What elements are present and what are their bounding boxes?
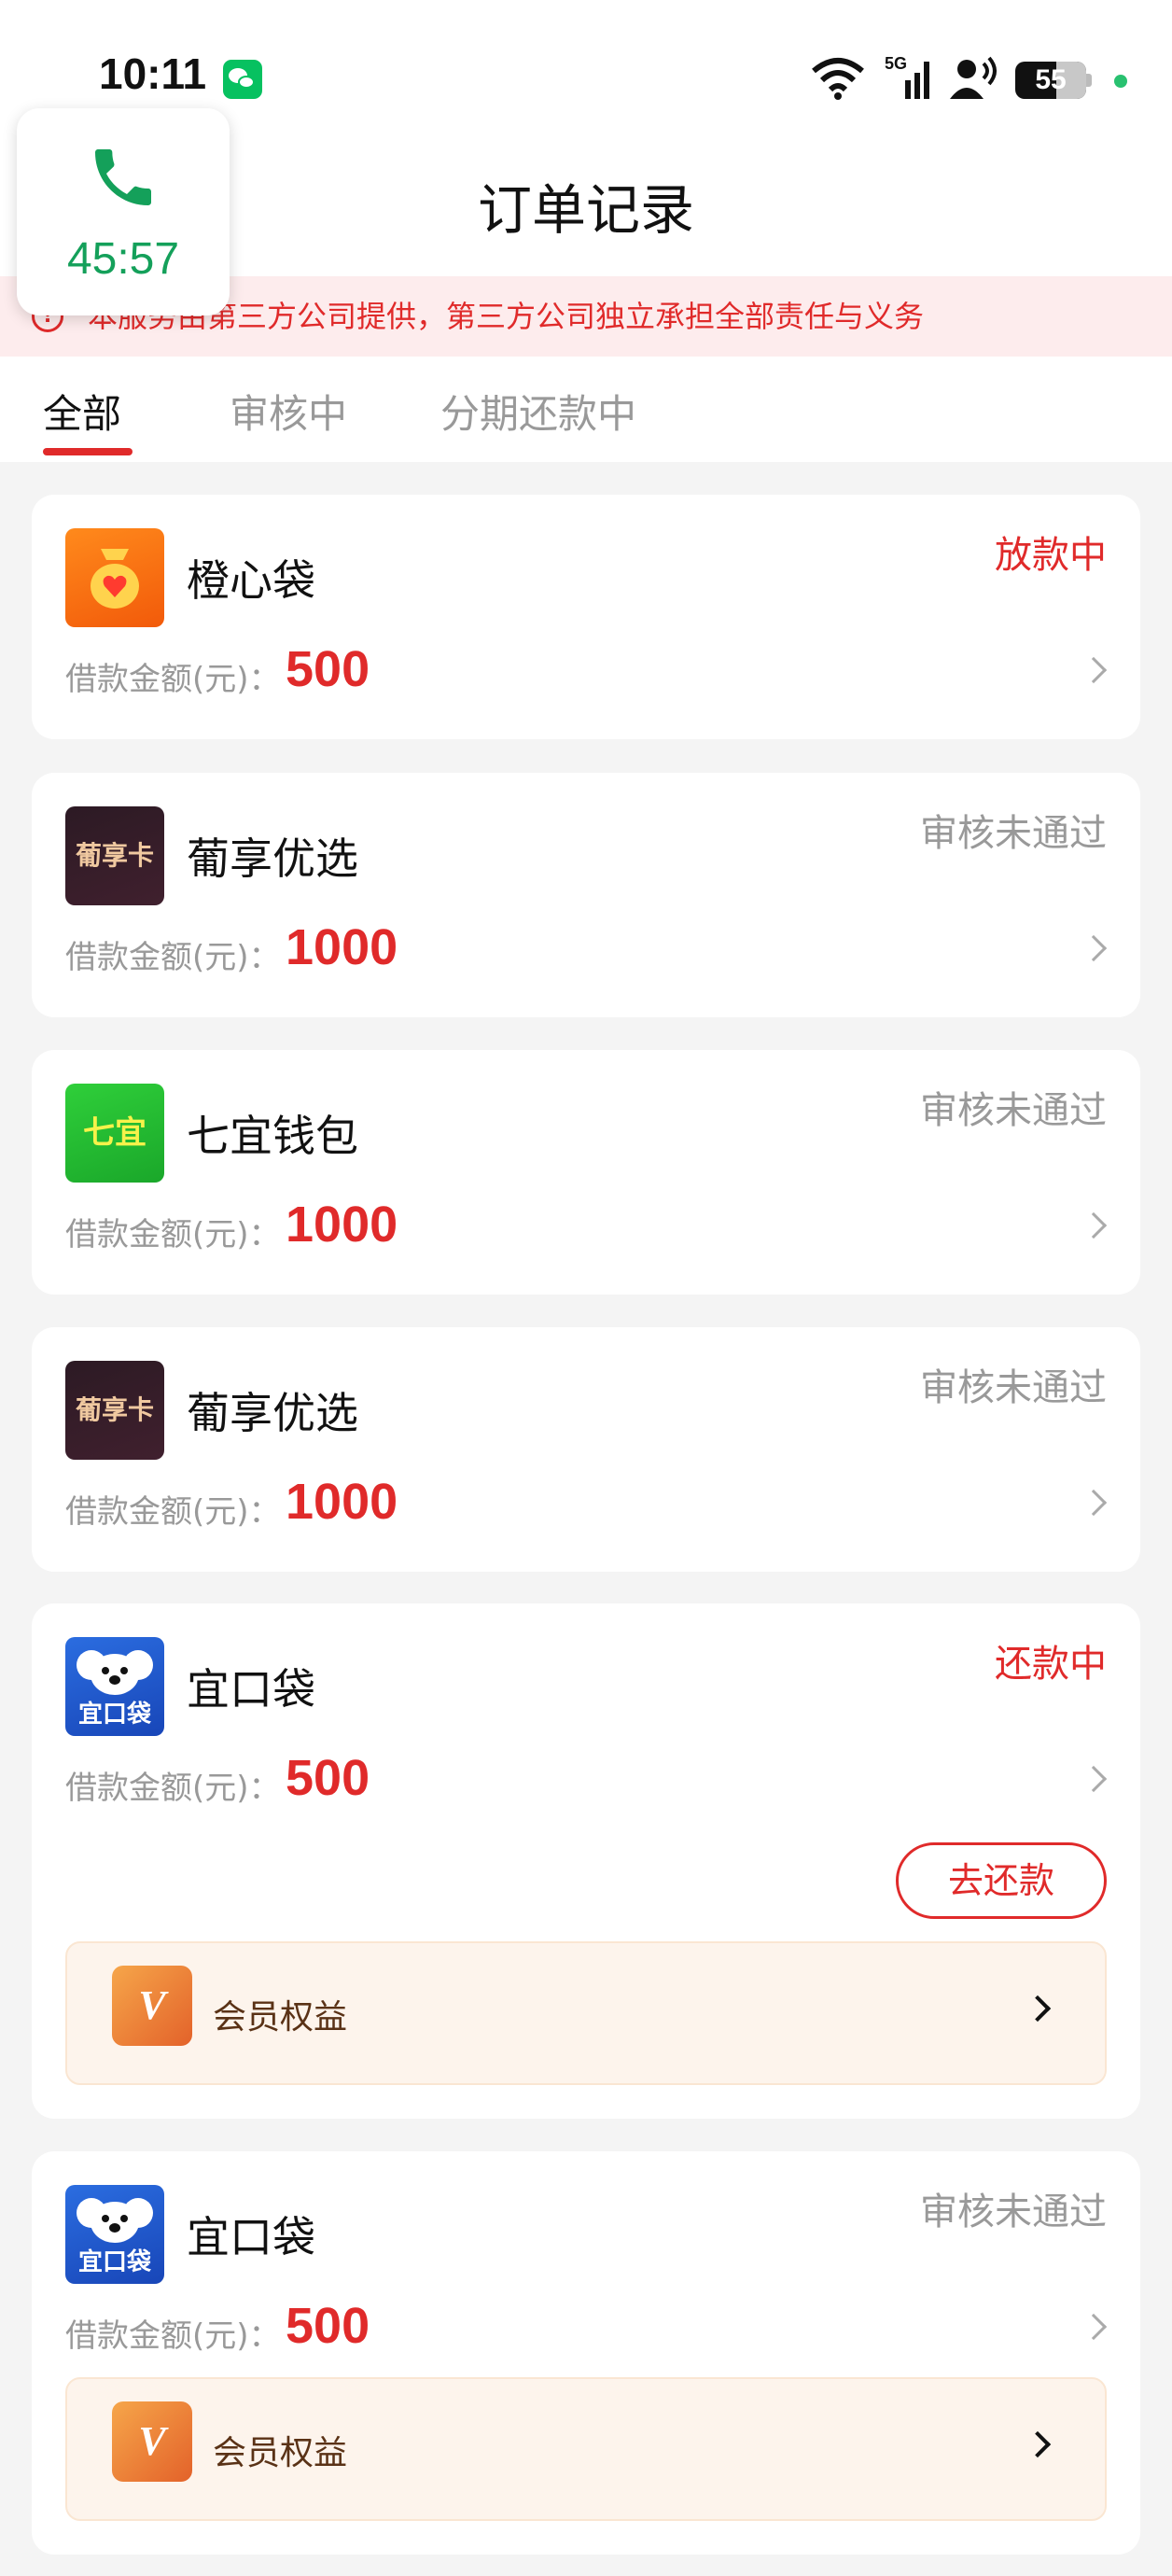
amount-label: 借款金额(元)： [65, 1770, 281, 1807]
koala-icon: 宜口袋 [65, 1637, 164, 1736]
tab-reviewing[interactable]: 审核中 [230, 383, 347, 440]
amount-value: 1000 [286, 1474, 398, 1530]
order-card[interactable]: 宜口袋 宜口袋 还款中 借款金额(元)： 500 去还款 V 会员权益 [32, 1603, 1140, 2119]
repay-button[interactable]: 去还款 [896, 1842, 1107, 1919]
battery-icon: 55 [1015, 62, 1092, 99]
hotspot-icon [950, 56, 997, 99]
logo-text: 葡享卡 [75, 1394, 154, 1425]
purple-card-icon: 葡享卡 [65, 1361, 164, 1460]
active-tab-indicator [43, 448, 133, 455]
purple-card-icon: 葡享卡 [65, 806, 164, 905]
product-name: 七宜钱包 [187, 1111, 358, 1161]
order-status: 还款中 [995, 1643, 1107, 1686]
status-icons: 5G 55 [799, 52, 1172, 108]
order-card[interactable]: 葡享卡 葡享优选 审核未通过 借款金额(元)： 1000 [32, 1327, 1140, 1572]
vip-icon: V [112, 1966, 192, 2046]
chevron-right-icon [1080, 2313, 1108, 2341]
product-name: 宜口袋 [187, 2212, 315, 2262]
amount-label: 借款金额(元)： [65, 2317, 281, 2355]
mic-indicator-dot [1114, 75, 1127, 88]
koala-icon: 宜口袋 [65, 2185, 164, 2284]
amount-value: 1000 [286, 1197, 398, 1253]
call-bubble[interactable]: 45:57 [17, 108, 230, 315]
call-timer: 45:57 [66, 234, 180, 284]
product-name: 宜口袋 [187, 1664, 315, 1715]
amount-label: 借款金额(元)： [65, 1216, 281, 1253]
order-card[interactable]: 宜口袋 宜口袋 审核未通过 借款金额(元)： 500 V 会员权益 [32, 2151, 1140, 2555]
order-status: 审核未通过 [920, 1366, 1107, 1409]
chevron-right-icon [1080, 934, 1108, 962]
logo-text: 宜口袋 [77, 1701, 151, 1729]
chevron-right-icon [1080, 1211, 1108, 1239]
logo-text: 葡享卡 [75, 840, 154, 871]
logo-text: 七宜 [83, 1114, 146, 1152]
order-status: 放款中 [995, 534, 1107, 577]
tab-installment-repaying[interactable]: 分期还款中 [440, 383, 636, 440]
logo-text: 宜口袋 [77, 2248, 151, 2276]
chevron-right-icon [1024, 1995, 1052, 2023]
order-status: 审核未通过 [920, 812, 1107, 855]
amount-label: 借款金额(元)： [65, 939, 281, 976]
chevron-right-icon [1080, 656, 1108, 684]
order-card[interactable]: 七宜 七宜钱包 审核未通过 借款金额(元)： 1000 [32, 1050, 1140, 1295]
tab-bar: 全部 审核中 分期还款中 [0, 370, 1172, 463]
phone-icon [95, 149, 151, 205]
order-card[interactable]: 橙心袋 放款中 借款金额(元)： 500 [32, 495, 1140, 739]
vip-label: 会员权益 [213, 1998, 348, 2037]
wifi-icon [812, 58, 864, 100]
order-status: 审核未通过 [920, 1089, 1107, 1132]
product-name: 葡享优选 [187, 1388, 358, 1438]
signal-icon [905, 62, 929, 99]
product-name: 葡享优选 [187, 833, 358, 884]
battery-level: 55 [1035, 64, 1067, 95]
vip-icon: V [112, 2401, 192, 2482]
chevron-right-icon [1080, 1489, 1108, 1517]
chevron-right-icon [1080, 1765, 1108, 1793]
vip-label: 会员权益 [213, 2434, 348, 2472]
wechat-icon [223, 60, 262, 99]
amount-value: 500 [286, 2298, 370, 2354]
product-name: 橙心袋 [187, 555, 315, 606]
tab-all[interactable]: 全部 [43, 383, 121, 440]
amount-label: 借款金额(元)： [65, 661, 281, 698]
amount-value: 1000 [286, 919, 398, 975]
order-card[interactable]: 葡享卡 葡享优选 审核未通过 借款金额(元)： 1000 [32, 773, 1140, 1017]
vip-benefits-row[interactable]: V 会员权益 [65, 2377, 1107, 2521]
chevron-right-icon [1024, 2430, 1052, 2458]
order-status: 审核未通过 [920, 2191, 1107, 2233]
amount-value: 500 [286, 641, 370, 697]
status-time: 10:11 [99, 49, 207, 98]
amount-value: 500 [286, 1750, 370, 1806]
orange-bag-icon [65, 528, 164, 627]
vip-benefits-row[interactable]: V 会员权益 [65, 1941, 1107, 2085]
amount-label: 借款金额(元)： [65, 1493, 281, 1531]
green-icon: 七宜 [65, 1084, 164, 1183]
